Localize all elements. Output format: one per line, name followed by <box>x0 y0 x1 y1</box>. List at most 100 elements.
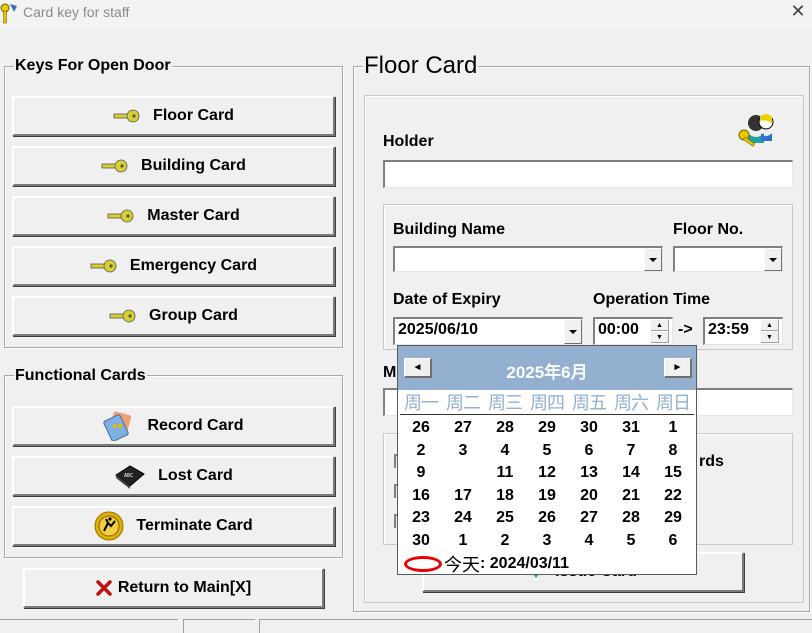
calendar-day[interactable]: 19 <box>526 485 568 508</box>
calendar-day[interactable]: 14 <box>610 462 652 485</box>
calendar-day[interactable]: 25 <box>484 507 526 530</box>
calendar-day[interactable]: 1 <box>442 530 484 553</box>
calendar-week-row: 26 27 28 29 30 31 1 <box>400 417 694 440</box>
calendar-day[interactable]: 18 <box>484 485 526 508</box>
calendar-day[interactable]: 6 <box>652 530 694 553</box>
calendar-week-row: 16 17 18 19 20 21 22 <box>400 485 694 508</box>
form-title: Floor Card <box>363 52 479 80</box>
calendar-day[interactable]: 1 <box>652 417 694 440</box>
calendar-day[interactable]: 12 <box>526 462 568 485</box>
today-link[interactable]: 今天 : 2024/03/11 <box>404 551 569 577</box>
building-dropdown-button[interactable] <box>644 248 662 271</box>
calendar-day[interactable]: 29 <box>652 507 694 530</box>
calendar-day[interactable]: 7 <box>610 440 652 463</box>
calendar-day[interactable]: 8 <box>652 440 694 463</box>
calendar-day-selected[interactable]: 10 <box>442 462 484 485</box>
building-name-select[interactable] <box>393 246 663 272</box>
calendar-day[interactable]: 2 <box>484 530 526 553</box>
calendar-day[interactable]: 5 <box>526 440 568 463</box>
calendar-day[interactable]: 20 <box>568 485 610 508</box>
holder-label: Holder <box>383 133 434 150</box>
calendar-month-title[interactable]: 2025年6月 <box>398 358 696 383</box>
status-pane-3 <box>259 619 812 633</box>
calendar-day[interactable]: 9 <box>400 462 442 485</box>
calendar-day[interactable]: 3 <box>442 440 484 463</box>
floor-card-button[interactable]: Floor Card <box>12 96 335 136</box>
keys-group-title: Keys For Open Door <box>14 57 172 75</box>
floor-dropdown-button[interactable] <box>764 248 782 271</box>
calendar-day[interactable]: 21 <box>610 485 652 508</box>
calendar-day[interactable]: 27 <box>568 507 610 530</box>
date-of-expiry-picker[interactable]: 2025/06/10 <box>393 317 583 345</box>
date-of-expiry-label: Date of Expiry <box>393 291 501 308</box>
calendar-popup[interactable]: ◄ 2025年6月 ► 周一 周二 周三 周四 周五 周六 周日 26 27 28 2… <box>397 345 697 575</box>
time-end-spinner[interactable]: ▲ ▼ <box>761 319 779 343</box>
calendar-week-row: 23 24 25 26 27 28 29 <box>400 507 694 530</box>
key-icon <box>101 159 129 173</box>
calendar-day[interactable]: 22 <box>652 485 694 508</box>
calendar-day[interactable]: 29 <box>526 417 568 440</box>
calendar-day[interactable]: 6 <box>568 440 610 463</box>
weekday-label: 周二 <box>446 393 481 413</box>
holder-keys-icon <box>738 111 778 154</box>
app-key-icon <box>0 2 18 24</box>
calendar-week-row: 2345678 <box>400 440 694 463</box>
building-card-button[interactable]: Building Card <box>12 146 335 186</box>
calendar-day[interactable]: 23 <box>400 507 442 530</box>
svg-text:ABC: ABC <box>124 473 133 479</box>
calendar-weekdays: 周一 周二 周三 周四 周五 周六 周日 <box>400 391 694 415</box>
date-dropdown-button[interactable] <box>564 319 582 344</box>
partial-rds-label: rds <box>699 453 724 470</box>
calendar-day[interactable]: 16 <box>400 485 442 508</box>
chevron-down-icon <box>649 257 657 262</box>
calendar-day[interactable]: 2 <box>400 440 442 463</box>
floor-no-select[interactable] <box>673 246 783 272</box>
record-card-button[interactable]: Record Card <box>12 406 335 446</box>
calendar-day[interactable]: 24 <box>442 507 484 530</box>
calendar-day[interactable]: 15 <box>652 462 694 485</box>
functional-group-title: Functional Cards <box>14 367 147 385</box>
status-pane-2 <box>183 619 255 633</box>
calendar-day[interactable]: 13 <box>568 462 610 485</box>
calendar-day[interactable]: 27 <box>442 417 484 440</box>
lost-card-label: Lost Card <box>158 467 233 484</box>
spin-down-icon[interactable]: ▼ <box>651 331 669 343</box>
emergency-card-button[interactable]: Emergency Card <box>12 246 335 286</box>
today-circle-icon <box>404 556 442 572</box>
lost-card-button[interactable]: ABC Lost Card <box>12 456 335 496</box>
record-card-label: Record Card <box>147 417 244 434</box>
calendar-day[interactable]: 17 <box>442 485 484 508</box>
calendar-day[interactable]: 30 <box>400 530 442 553</box>
group-card-button[interactable]: Group Card <box>12 296 335 336</box>
calendar-day[interactable]: 28 <box>484 417 526 440</box>
terminate-card-button[interactable]: Terminate Card <box>12 506 335 546</box>
time-arrow: -> <box>678 321 693 338</box>
calendar-day[interactable]: 11 <box>484 462 526 485</box>
calendar-day[interactable]: 4 <box>484 440 526 463</box>
spin-down-icon[interactable]: ▼ <box>761 331 779 343</box>
key-icon <box>90 259 118 273</box>
calendar-day[interactable]: 3 <box>526 530 568 553</box>
master-card-button[interactable]: Master Card <box>12 196 335 236</box>
calendar-day[interactable]: 28 <box>610 507 652 530</box>
lost-card-icon: ABC <box>114 463 146 489</box>
weekday-label: 周六 <box>614 393 649 413</box>
date-of-expiry-value: 2025/06/10 <box>398 321 479 338</box>
calendar-day[interactable]: 4 <box>568 530 610 553</box>
close-icon[interactable]: ✕ <box>790 2 806 20</box>
spin-up-icon[interactable]: ▲ <box>761 319 779 331</box>
building-card-label: Building Card <box>141 157 246 174</box>
holder-input[interactable] <box>383 160 793 188</box>
today-date: : 2024/03/11 <box>480 555 569 572</box>
return-to-main-button[interactable]: Return to Main[X] <box>23 568 324 608</box>
weekday-label: 周一 <box>404 393 439 413</box>
calendar-day[interactable]: 31 <box>610 417 652 440</box>
spin-up-icon[interactable]: ▲ <box>651 319 669 331</box>
calendar-day[interactable]: 30 <box>568 417 610 440</box>
calendar-day[interactable]: 26 <box>526 507 568 530</box>
next-month-button[interactable]: ► <box>664 358 692 378</box>
time-start-spinner[interactable]: ▲ ▼ <box>651 319 669 343</box>
group-card-label: Group Card <box>149 307 238 324</box>
calendar-day[interactable]: 5 <box>610 530 652 553</box>
calendar-day[interactable]: 26 <box>400 417 442 440</box>
